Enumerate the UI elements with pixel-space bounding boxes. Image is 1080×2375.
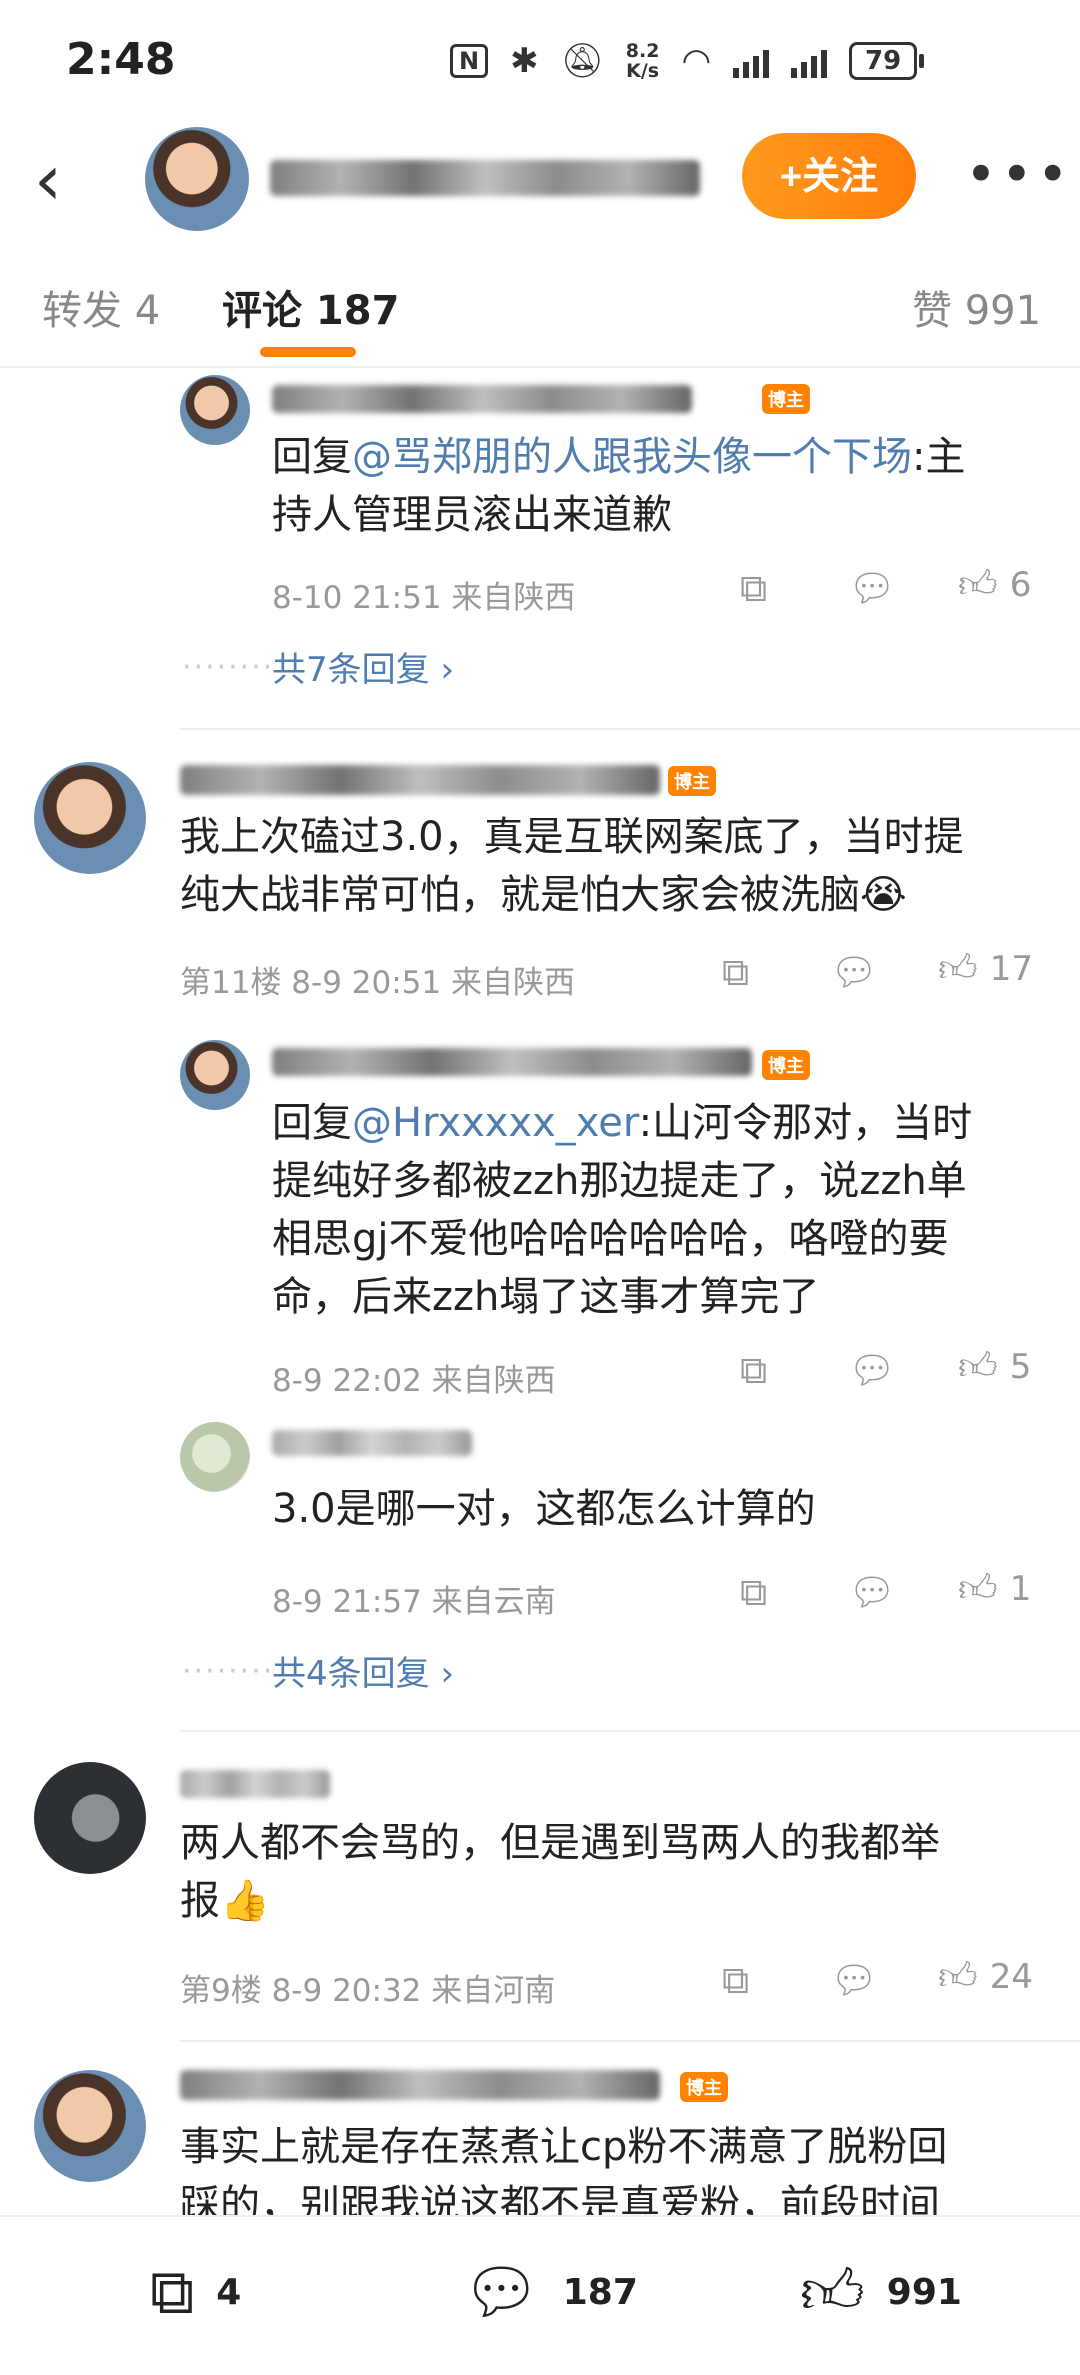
divider	[180, 728, 1080, 730]
divider	[180, 1730, 1080, 1732]
like-button[interactable]: 👍︎ 1	[958, 1566, 1031, 1612]
share-icon[interactable]: ⧉	[740, 1348, 767, 1393]
share-icon[interactable]: ⧉	[722, 950, 749, 995]
divider	[0, 366, 1080, 368]
wifi-icon: ◠	[681, 41, 712, 81]
tab-likes[interactable]: 赞 991	[912, 278, 1041, 336]
author-avatar[interactable]	[145, 127, 249, 231]
avatar[interactable]	[180, 1040, 250, 1110]
like-button[interactable]: 👍︎ 17	[938, 946, 1033, 992]
tab-repost[interactable]: 转发 4	[42, 278, 160, 336]
username-blurred[interactable]	[272, 1430, 472, 1456]
comment-button[interactable]: 💬︎ 187	[462, 2255, 638, 2329]
reply-meta: 8-10 21:51 来自陕西	[272, 580, 576, 616]
comment-icon[interactable]: 💬︎	[848, 1570, 896, 1615]
username-blurred[interactable]	[180, 1770, 330, 1798]
avatar[interactable]	[34, 762, 146, 874]
like-button[interactable]: 👍︎ 6	[958, 562, 1031, 608]
like-button[interactable]: 👍︎ 5	[958, 1344, 1031, 1390]
username-blurred[interactable]	[272, 385, 692, 413]
signal-icon	[791, 44, 828, 78]
tab-comments[interactable]: 评论 187	[222, 278, 399, 336]
like-icon: 👍︎	[958, 1566, 998, 1610]
like-icon: 👍︎	[938, 1954, 978, 1998]
divider	[180, 2040, 1080, 2042]
comment-icon: 💬︎	[462, 2255, 541, 2328]
comment-icon[interactable]: 💬︎	[848, 566, 896, 611]
reply-meta: 8-9 22:02 来自陕西	[272, 1363, 556, 1399]
username-blurred[interactable]	[180, 2070, 660, 2100]
battery-indicator: 79	[849, 42, 925, 80]
comment-icon[interactable]: 💬︎	[830, 1958, 878, 2003]
reply-text: 3.0是哪一对，这都怎么计算的	[272, 1486, 816, 1532]
like-button[interactable]: 👍︎ 24	[938, 1954, 1033, 2000]
share-icon[interactable]: ⧉	[740, 566, 767, 611]
network-speed: 8.2 K/s	[625, 40, 660, 82]
repost-button[interactable]: ⧉ 4	[150, 2255, 241, 2329]
username-blurred[interactable]	[180, 765, 660, 795]
divider-dots: ········	[182, 650, 275, 685]
mention-link[interactable]: @骂郑朋的人跟我头像一个下场	[352, 434, 912, 480]
back-arrow-icon[interactable]: ‹	[34, 140, 94, 220]
avatar[interactable]	[180, 1422, 250, 1492]
status-time: 2:48	[66, 34, 176, 85]
author-badge: 博主	[762, 384, 810, 414]
view-replies-link[interactable]: 共4条回复 ›	[272, 1646, 454, 1695]
avatar[interactable]	[34, 1762, 146, 1874]
follow-button[interactable]: +关注	[742, 133, 916, 219]
comment-icon[interactable]: 💬︎	[848, 1348, 896, 1393]
view-replies-link[interactable]: 共7条回复 ›	[272, 642, 454, 691]
comment-text: 我上次磕过3.0，真是互联网案底了，当时提 纯大战非常可怕，就是怕大家会被洗脑😭	[180, 814, 964, 918]
comment-icon[interactable]: 💬︎	[830, 950, 878, 995]
more-icon[interactable]: •••	[965, 148, 1073, 202]
like-icon: 👍︎	[938, 946, 978, 990]
author-badge: 博主	[668, 766, 716, 796]
comment-text: 两人都不会骂的，但是遇到骂两人的我都举 报👍	[180, 1820, 940, 1924]
status-icons: N ✱ 🔕︎ 8.2 K/s ◠ 79	[450, 36, 925, 86]
reply-text: 回复@Hrxxxxx_xer:山河令那对，当时 提纯好多都被zzh那边提走了，说…	[272, 1100, 973, 1320]
author-name-blurred[interactable]	[270, 160, 700, 196]
like-icon: 👍︎	[958, 1344, 998, 1388]
like-icon: 👍︎	[800, 2255, 865, 2328]
status-bar: 2:48 N ✱ 🔕︎ 8.2 K/s ◠ 79	[0, 0, 1080, 120]
share-icon[interactable]: ⧉	[722, 1958, 749, 2003]
mute-icon: 🔕︎	[560, 41, 604, 81]
nfc-icon: N	[450, 44, 489, 78]
like-icon: 👍︎	[958, 562, 998, 606]
mention-link[interactable]: @Hrxxxxx_xer	[352, 1100, 639, 1146]
username-blurred[interactable]	[272, 1048, 752, 1076]
reply-text: 回复@骂郑朋的人跟我头像一个下场:主 持人管理员滚出来道歉	[272, 434, 966, 538]
bluetooth-icon: ✱	[510, 41, 539, 81]
comment-meta: 第9楼 8-9 20:32 来自河南	[180, 1973, 556, 2009]
divider-dots: ········	[182, 1654, 275, 1689]
tab-active-indicator	[260, 347, 356, 357]
author-badge: 博主	[680, 2072, 728, 2102]
share-icon: ⧉	[150, 2255, 195, 2328]
author-badge: 博主	[762, 1050, 810, 1080]
comment-meta: 第11楼 8-9 20:51 来自陕西	[180, 965, 575, 1001]
share-icon[interactable]: ⧉	[740, 1570, 767, 1615]
signal-icon	[733, 44, 770, 78]
avatar[interactable]	[34, 2070, 146, 2182]
like-button[interactable]: 👍︎ 991	[800, 2255, 962, 2330]
reply-meta: 8-9 21:57 来自云南	[272, 1584, 556, 1620]
avatar[interactable]	[180, 375, 250, 445]
